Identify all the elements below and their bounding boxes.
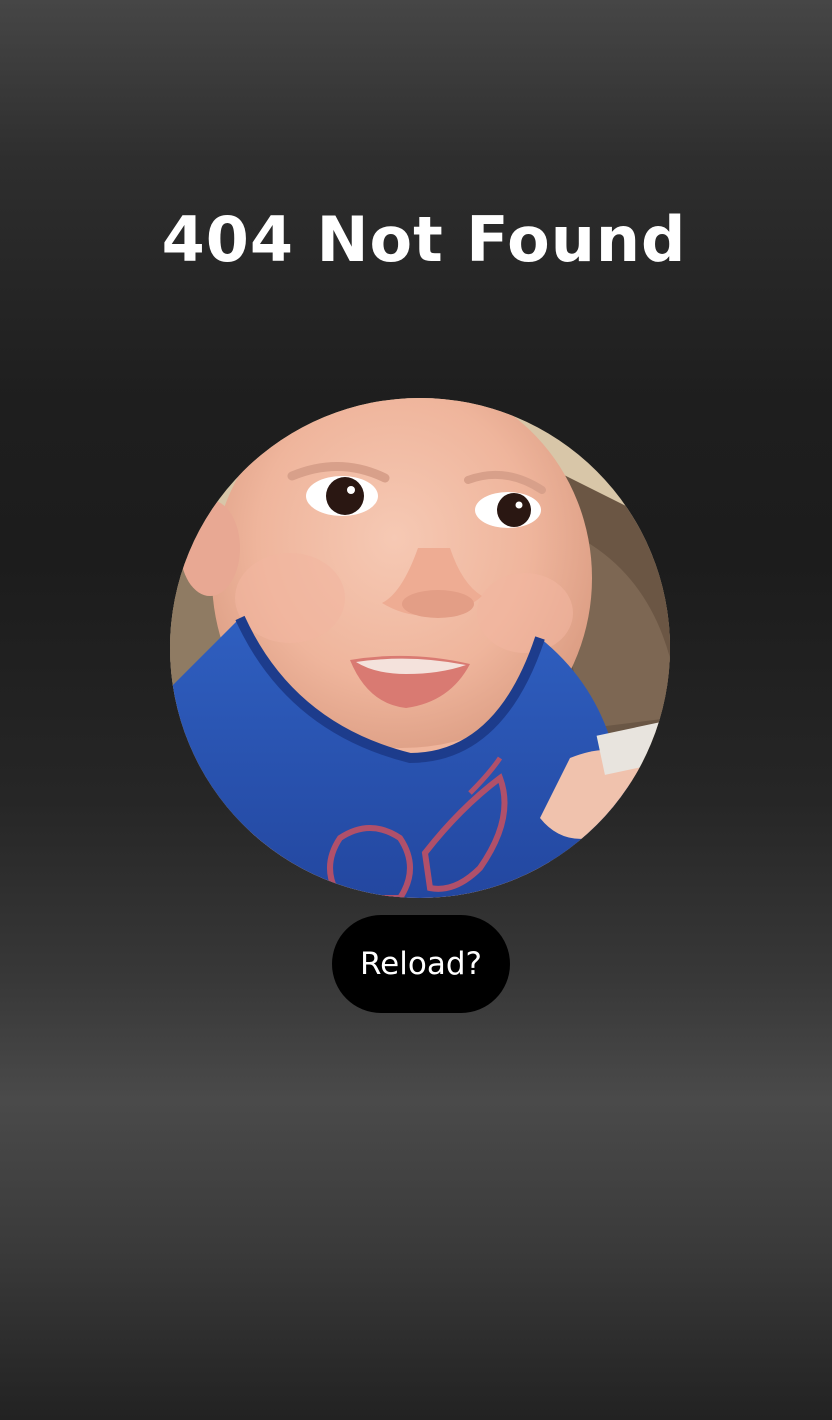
page-title: 404 Not Found (161, 203, 687, 276)
error-photo (170, 398, 670, 898)
child-photo-illustration (170, 398, 670, 898)
reload-button[interactable]: Reload? (332, 915, 510, 1013)
error-page: 404 Not Found Reload? (0, 0, 832, 1420)
